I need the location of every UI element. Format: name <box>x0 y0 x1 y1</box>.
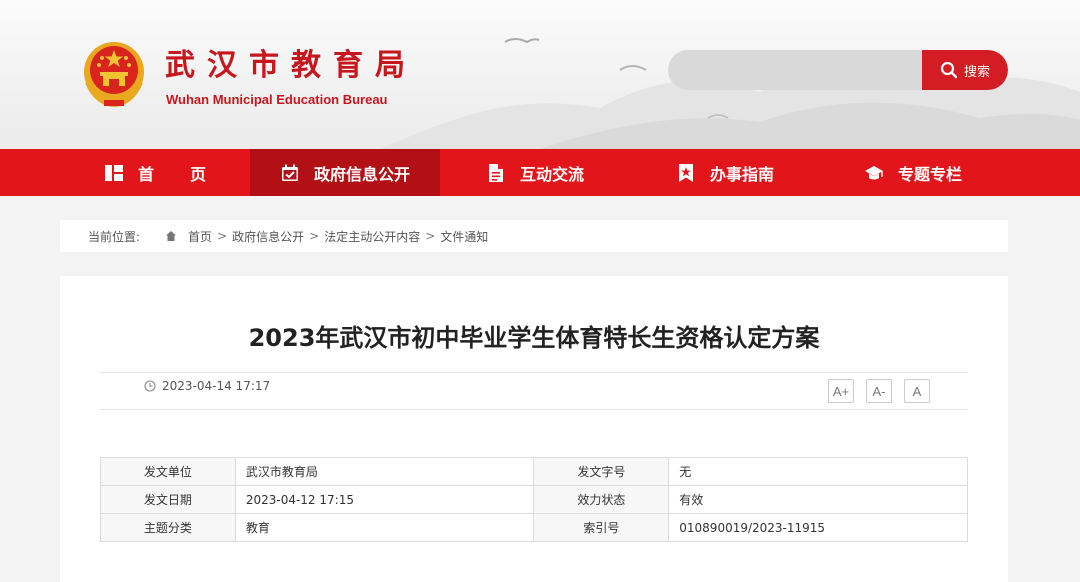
breadcrumb-separator: > <box>425 229 436 243</box>
table-cell: 武汉市教育局 <box>234 457 535 486</box>
table-row: 发文日期 2023-04-12 17:15 效力状态 有效 <box>100 485 968 514</box>
nav-item-service-guide[interactable]: 办事指南 <box>630 149 820 196</box>
grid-icon <box>105 164 123 181</box>
graduation-cap-icon <box>865 165 883 179</box>
breadcrumb: 当前位置: 首页 > 政府信息公开 > 法定主动公开内容 > 文件通知 <box>60 220 1008 252</box>
bookmark-star-icon <box>679 163 693 182</box>
clock-icon <box>144 380 156 392</box>
table-cell: 主题分类 <box>100 513 236 542</box>
search-button-label: 搜索 <box>963 64 990 80</box>
breadcrumb-separator: > <box>217 229 228 243</box>
search-button[interactable]: 搜索 <box>922 50 1008 90</box>
search-icon <box>940 61 958 79</box>
document-info-table: 发文单位 武汉市教育局 发文字号 无 发文日期 2023-04-12 17:15… <box>100 457 968 542</box>
font-reset-button[interactable]: A <box>904 379 930 403</box>
table-cell: 索引号 <box>533 513 670 542</box>
table-row: 主题分类 教育 索引号 010890019/2023-11915 <box>100 513 968 542</box>
nav-label: 首页 <box>138 164 243 184</box>
nav-item-gov-info[interactable]: 政府信息公开 <box>250 149 440 196</box>
table-row: 发文单位 武汉市教育局 发文字号 无 <box>100 457 968 486</box>
article-title: 2023年武汉市初中毕业学生体育特长生资格认定方案 <box>248 324 820 352</box>
table-cell: 无 <box>668 457 968 486</box>
article-meta-bar: 2023-04-14 17:17 A+ A- A <box>100 372 968 410</box>
site-header: 武汉市教育局 Wuhan Municipal Education Bureau … <box>0 0 1080 149</box>
site-subtitle: Wuhan Municipal Education Bureau <box>166 92 388 107</box>
publish-date-text: 2023-04-14 17:17 <box>162 379 271 393</box>
table-cell: 教育 <box>234 513 535 542</box>
breadcrumb-link-notices[interactable]: 文件通知 <box>440 228 488 245</box>
font-reset-label: A <box>912 383 922 399</box>
table-cell: 效力状态 <box>533 485 670 514</box>
table-cell: 010890019/2023-11915 <box>668 513 968 542</box>
nav-label: 互动交流 <box>520 164 585 184</box>
nav-item-interaction[interactable]: 互动交流 <box>440 149 630 196</box>
table-cell: 发文单位 <box>100 457 236 486</box>
calendar-check-icon <box>282 164 298 181</box>
breadcrumb-link-home[interactable]: 首页 <box>188 228 212 245</box>
national-emblem-icon <box>84 42 144 108</box>
table-cell: 发文字号 <box>533 457 670 486</box>
font-increase-button[interactable]: A+ <box>828 379 854 403</box>
nav-label: 专题专栏 <box>898 164 963 184</box>
breadcrumb-separator: > <box>309 229 320 243</box>
breadcrumb-link-legal-disclosure[interactable]: 法定主动公开内容 <box>324 228 420 245</box>
table-cell: 发文日期 <box>100 485 236 514</box>
article-panel: 2023年武汉市初中毕业学生体育特长生资格认定方案 2023-04-14 17:… <box>60 276 1008 582</box>
nav-item-topics[interactable]: 专题专栏 <box>820 149 1020 196</box>
site-title: 武汉市教育局 <box>165 48 417 83</box>
home-icon <box>166 231 177 241</box>
table-cell: 有效 <box>668 485 968 514</box>
breadcrumb-label: 当前位置: <box>88 229 141 244</box>
publish-date: 2023-04-14 17:17 <box>144 379 270 393</box>
font-decrease-label: A- <box>872 383 886 399</box>
nav-item-home[interactable]: 首页 <box>92 149 250 196</box>
breadcrumb-link-gov-info[interactable]: 政府信息公开 <box>232 228 304 245</box>
document-icon <box>489 163 503 182</box>
search-input[interactable] <box>668 50 922 90</box>
nav-label: 办事指南 <box>710 164 775 184</box>
search-box: 搜索 <box>668 50 1008 90</box>
table-cell: 2023-04-12 17:15 <box>234 485 535 514</box>
font-size-controls: A+ A- A <box>828 379 930 403</box>
font-increase-label: A+ <box>832 383 850 399</box>
main-nav: 首页 政府信息公开 互动交流 办事指南 专题专栏 <box>0 149 1080 196</box>
font-decrease-button[interactable]: A- <box>866 379 892 403</box>
nav-label: 政府信息公开 <box>314 164 411 184</box>
